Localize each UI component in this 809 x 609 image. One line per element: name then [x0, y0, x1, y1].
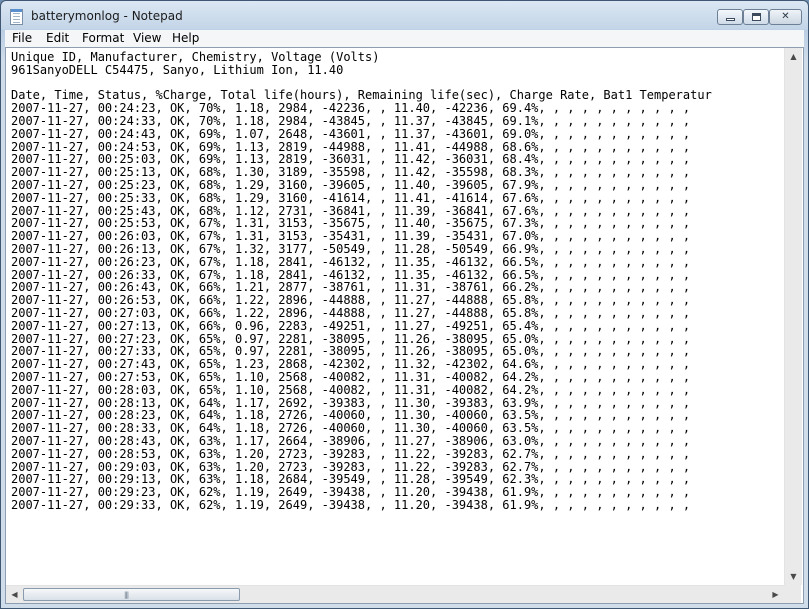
text-line[interactable]: 2007-11-27, 00:24:33, OK, 70%, 1.18, 298…	[11, 115, 781, 128]
menu-bar: File Edit Format View Help	[5, 30, 804, 47]
menu-format[interactable]: Format	[82, 31, 124, 45]
arrow-left-icon[interactable]: ◀	[6, 586, 23, 603]
text-editor[interactable]: Unique ID, Manufacturer, Chemistry, Volt…	[5, 47, 804, 604]
arrow-right-icon[interactable]: ▶	[767, 586, 784, 603]
window-title: batterymonlog - Notepad	[31, 9, 183, 23]
text-line[interactable]: 2007-11-27, 00:25:23, OK, 68%, 1.29, 316…	[11, 179, 781, 192]
grip-icon: |||	[124, 591, 129, 599]
text-line[interactable]: 2007-11-27, 00:27:53, OK, 65%, 1.10, 256…	[11, 371, 781, 384]
text-line[interactable]: 2007-11-27, 00:25:33, OK, 68%, 1.29, 316…	[11, 191, 781, 205]
scrollbar-corner	[784, 585, 801, 603]
text-line[interactable]: 2007-11-27, 00:29:33, OK, 62%, 1.19, 264…	[11, 499, 781, 512]
text-line[interactable]: 2007-11-27, 00:29:23, OK, 62%, 1.19, 264…	[11, 486, 781, 499]
notepad-window: batterymonlog - Notepad File Edit Format…	[0, 0, 809, 609]
close-button[interactable]	[769, 9, 802, 25]
text-line[interactable]: 2007-11-27, 00:26:13, OK, 67%, 1.32, 317…	[11, 243, 781, 256]
horizontal-scroll-thumb[interactable]: |||	[23, 588, 240, 601]
menu-edit[interactable]: Edit	[46, 31, 69, 45]
text-line[interactable]: 2007-11-27, 00:27:13, OK, 66%, 0.96, 228…	[11, 319, 781, 333]
title-bar[interactable]: batterymonlog - Notepad	[1, 1, 808, 31]
arrow-up-icon[interactable]: ▲	[785, 48, 802, 65]
horizontal-scrollbar[interactable]: ◀ ||| ▶	[6, 585, 784, 603]
text-line[interactable]: 961SanyoDELL C54475, Sanyo, Lithium Ion,…	[11, 63, 781, 77]
arrow-down-icon[interactable]: ▼	[785, 568, 802, 585]
menu-view[interactable]: View	[133, 31, 161, 45]
maximize-button[interactable]	[743, 9, 769, 25]
text-line[interactable]: 2007-11-27, 00:27:43, OK, 65%, 1.23, 286…	[11, 358, 781, 371]
menu-help[interactable]: Help	[172, 31, 199, 45]
notepad-icon[interactable]	[10, 9, 23, 25]
text-line[interactable]: 2007-11-27, 00:28:03, OK, 65%, 1.10, 256…	[11, 383, 781, 397]
text-line[interactable]: 2007-11-27, 00:28:53, OK, 63%, 1.20, 272…	[11, 447, 781, 461]
text-line[interactable]: 2007-11-27, 00:24:43, OK, 69%, 1.07, 264…	[11, 127, 781, 141]
vertical-scrollbar[interactable]: ▲ ▼	[784, 48, 802, 585]
text-line[interactable]: 2007-11-27, 00:27:03, OK, 66%, 1.22, 289…	[11, 307, 781, 320]
menu-file[interactable]: File	[12, 31, 32, 45]
minimize-button[interactable]	[717, 9, 743, 25]
text-line[interactable]: Unique ID, Manufacturer, Chemistry, Volt…	[11, 51, 781, 64]
text-line[interactable]: 2007-11-27, 00:26:23, OK, 67%, 1.18, 284…	[11, 255, 781, 269]
text-line[interactable]: 2007-11-27, 00:28:43, OK, 63%, 1.17, 266…	[11, 435, 781, 448]
text-content[interactable]: Unique ID, Manufacturer, Chemistry, Volt…	[11, 51, 781, 512]
text-line[interactable]: 2007-11-27, 00:28:33, OK, 64%, 1.18, 272…	[11, 422, 781, 435]
